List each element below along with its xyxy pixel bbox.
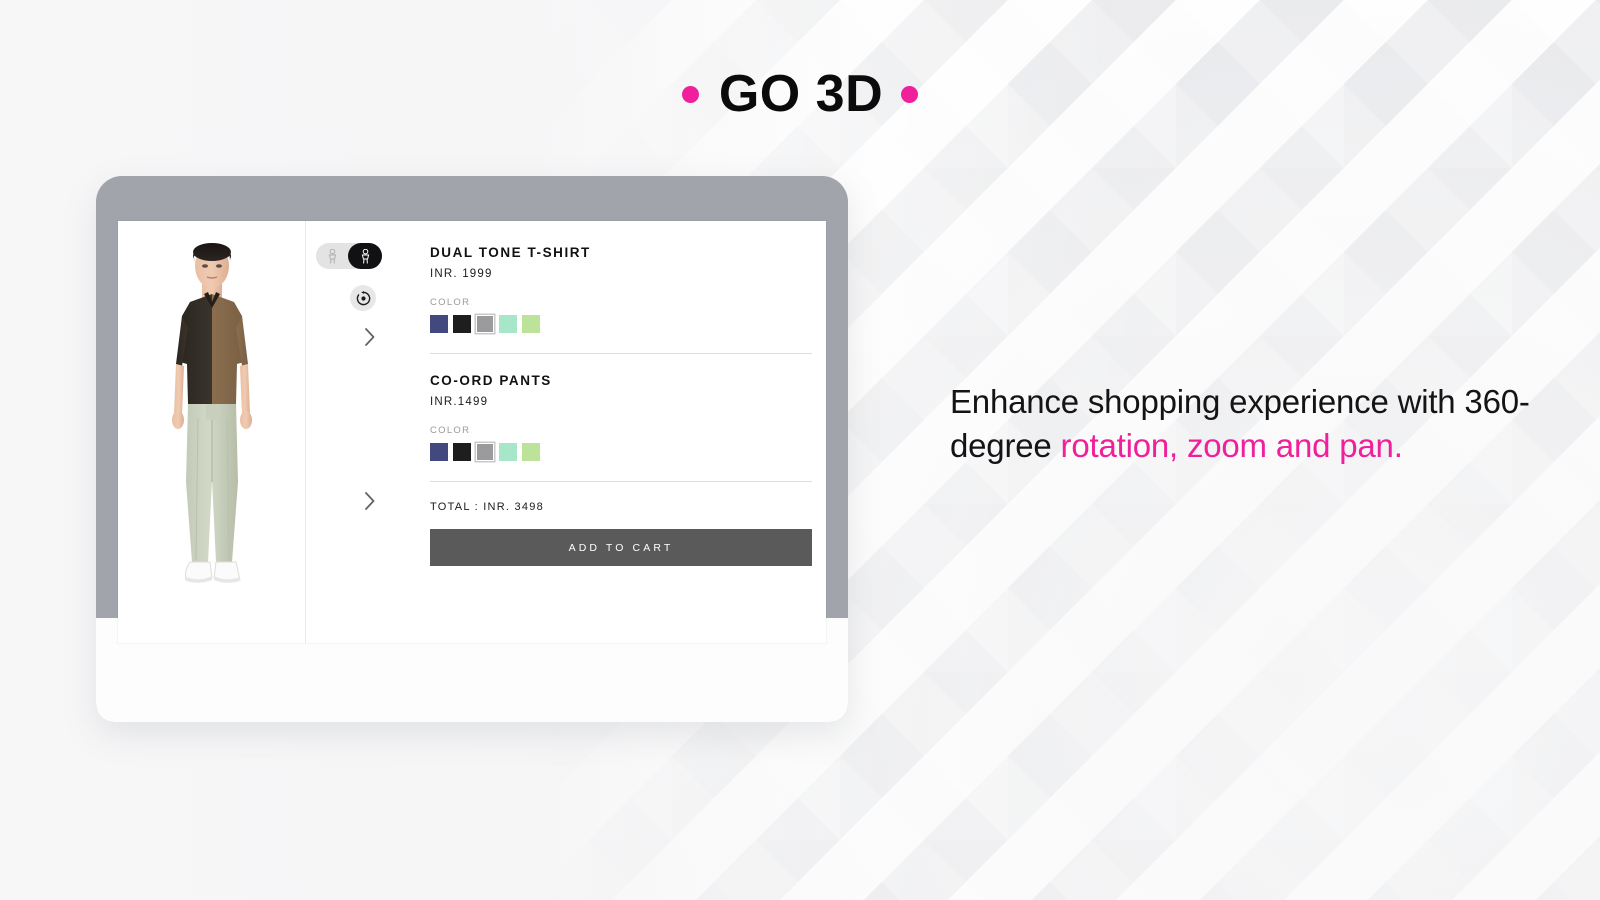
avatar-figure-illustration <box>171 243 252 583</box>
device-frame: DUAL TONE T-SHIRT INR. 1999 COLOR CO-ORD… <box>96 176 848 722</box>
app-window: DUAL TONE T-SHIRT INR. 1999 COLOR CO-ORD… <box>118 221 826 643</box>
avatar-figure-icon <box>328 248 337 263</box>
color-swatch-navy[interactable] <box>430 443 448 461</box>
product-block-pants: CO-ORD PANTS INR.1499 COLOR <box>430 373 812 461</box>
promo-text: Enhance shopping experience with 360-deg… <box>950 380 1550 468</box>
product-price: INR. 1999 <box>430 268 493 280</box>
rotate-reset-icon <box>356 290 370 305</box>
product-block-tshirt: DUAL TONE T-SHIRT INR. 1999 COLOR <box>430 245 812 333</box>
product-price: INR.1499 <box>430 396 489 408</box>
toggle-option-left[interactable] <box>316 243 349 269</box>
chevron-right-icon <box>364 492 374 510</box>
page-root: GO 3D DUAL TONE T-SHIRT INR. 1999 COLOR … <box>0 0 1600 900</box>
page-title-text: GO 3D <box>718 65 884 123</box>
page-title: GO 3D <box>0 68 1600 120</box>
viewer-controls <box>306 221 430 643</box>
magenta-dot-right-icon <box>901 85 919 103</box>
reset-rotation-button[interactable] <box>350 285 376 311</box>
avatar-view-toggle[interactable] <box>316 243 382 269</box>
product-title: CO-ORD PANTS <box>430 373 552 388</box>
next-product-top-button[interactable] <box>358 326 380 348</box>
color-swatch-black[interactable] <box>453 315 471 333</box>
color-swatch-grey[interactable] <box>476 443 494 461</box>
magenta-dot-left-icon <box>681 85 699 103</box>
color-swatch-mint[interactable] <box>499 443 517 461</box>
color-swatch-group-tshirt <box>430 315 812 333</box>
color-swatch-group-pants <box>430 443 812 461</box>
avatar[interactable] <box>132 232 292 632</box>
add-to-cart-button[interactable]: ADD TO CART <box>430 529 812 566</box>
avatar-figure-icon-active <box>361 248 370 263</box>
color-swatch-grey[interactable] <box>476 315 494 333</box>
product-3d-viewer[interactable] <box>118 221 306 643</box>
next-product-bottom-button[interactable] <box>358 490 380 512</box>
promo-accent-text: rotation, zoom and pan. <box>1060 426 1403 464</box>
chevron-right-icon <box>364 328 374 346</box>
order-total: TOTAL : INR. 3498 <box>430 501 544 513</box>
color-swatch-mint[interactable] <box>499 315 517 333</box>
color-label: COLOR <box>430 425 471 436</box>
color-label: COLOR <box>430 297 471 308</box>
section-divider <box>430 353 812 354</box>
color-swatch-light-green[interactable] <box>522 315 540 333</box>
color-swatch-light-green[interactable] <box>522 443 540 461</box>
section-divider <box>430 481 812 482</box>
color-swatch-navy[interactable] <box>430 315 448 333</box>
product-title: DUAL TONE T-SHIRT <box>430 245 591 260</box>
product-details-panel: DUAL TONE T-SHIRT INR. 1999 COLOR CO-ORD… <box>430 221 826 643</box>
color-swatch-black[interactable] <box>453 443 471 461</box>
